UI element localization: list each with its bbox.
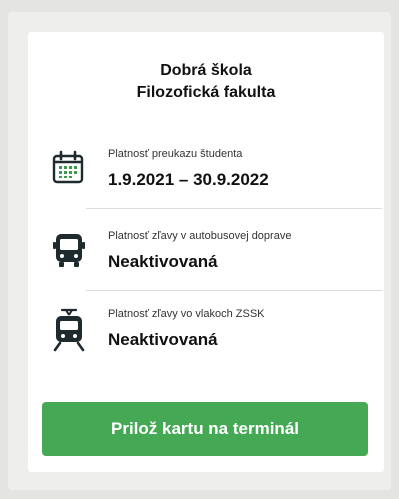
row-card-validity: Platnosť preukazu študenta 1.9.2021 – 30… — [52, 148, 368, 208]
card-header: Dobrá škola Filozofická fakulta — [28, 60, 384, 104]
row-train-discount: Platnosť zľavy vo vlakoch ZSSK Neaktivov… — [52, 308, 368, 368]
train-icon — [52, 308, 86, 352]
train-discount-label: Platnosť zľavy vo vlakoch ZSSK — [108, 308, 265, 320]
bus-icon — [52, 230, 86, 270]
row-bus-discount: Platnosť zľavy v autobusovej doprave Nea… — [52, 230, 368, 290]
card-validity-value: 1.9.2021 – 30.9.2022 — [108, 170, 269, 189]
faculty-name: Filozofická fakulta — [136, 84, 276, 101]
card-validity-label: Platnosť preukazu študenta — [108, 148, 243, 160]
divider — [86, 208, 382, 209]
train-discount-value: Neaktivovaná — [108, 330, 218, 349]
bus-discount-label: Platnosť zľavy v autobusovej doprave — [108, 230, 292, 242]
divider — [86, 290, 382, 291]
tap-card-button[interactable]: Prilož kartu na terminál — [42, 402, 368, 456]
student-card-panel: Dobrá škola Filozofická fakulta Platnosť… — [28, 32, 384, 472]
school-name: Dobrá škola — [160, 62, 252, 79]
bus-discount-value: Neaktivovaná — [108, 252, 218, 271]
calendar-icon — [52, 148, 86, 188]
